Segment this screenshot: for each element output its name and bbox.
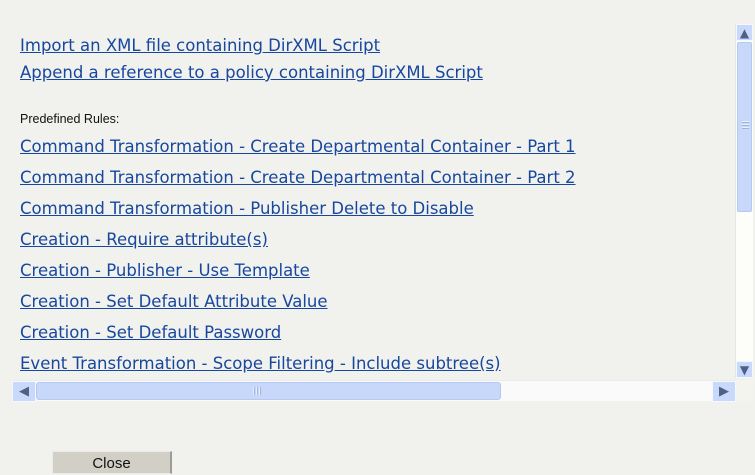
- right-arrow-icon: ▶: [719, 384, 729, 399]
- rule-link[interactable]: Creation - Require attribute(s): [20, 224, 720, 255]
- rule-link[interactable]: Command Transformation - Publisher Delet…: [20, 193, 720, 224]
- rule-link[interactable]: Event Transformation - Scope Filtering -…: [20, 348, 720, 379]
- vertical-scrollbar[interactable]: ▲ ▼: [735, 24, 753, 378]
- scroll-left-button[interactable]: ◀: [12, 381, 36, 402]
- rule-link[interactable]: Creation - Set Default Password: [20, 317, 720, 348]
- scroll-right-button[interactable]: ▶: [712, 381, 736, 402]
- rule-link[interactable]: Creation - Set Default Attribute Value: [20, 286, 720, 317]
- down-arrow-icon: ▼: [739, 363, 750, 377]
- scroll-down-button[interactable]: ▼: [736, 361, 753, 378]
- append-reference-link[interactable]: Append a reference to a policy containin…: [20, 59, 720, 86]
- rules-scroll-panel: Import an XML file containing DirXML Scr…: [12, 24, 723, 379]
- close-button[interactable]: Close: [52, 451, 172, 474]
- script-links: Import an XML file containing DirXML Scr…: [20, 32, 720, 86]
- up-arrow-icon: ▲: [739, 26, 750, 40]
- scrollbar-corner: [736, 380, 753, 401]
- import-xml-link[interactable]: Import an XML file containing DirXML Scr…: [20, 32, 720, 59]
- rule-link[interactable]: Command Transformation - Create Departme…: [20, 162, 720, 193]
- rules-content: Import an XML file containing DirXML Scr…: [20, 32, 720, 379]
- left-arrow-icon: ◀: [19, 384, 29, 399]
- vertical-scroll-thumb[interactable]: [737, 42, 752, 212]
- rule-link[interactable]: Command Transformation - Create Departme…: [20, 131, 720, 162]
- predefined-rules-label: Predefined Rules:: [20, 112, 120, 126]
- horizontal-scrollbar[interactable]: ◀ ▶: [12, 380, 736, 402]
- rule-link[interactable]: Creation - Publisher - Use Template: [20, 255, 720, 286]
- grip-icon: [742, 121, 749, 130]
- grip-icon: [253, 387, 261, 395]
- scroll-up-button[interactable]: ▲: [736, 24, 753, 41]
- horizontal-scroll-thumb[interactable]: [36, 382, 501, 400]
- predefined-rules-list: Command Transformation - Create Departme…: [20, 131, 720, 379]
